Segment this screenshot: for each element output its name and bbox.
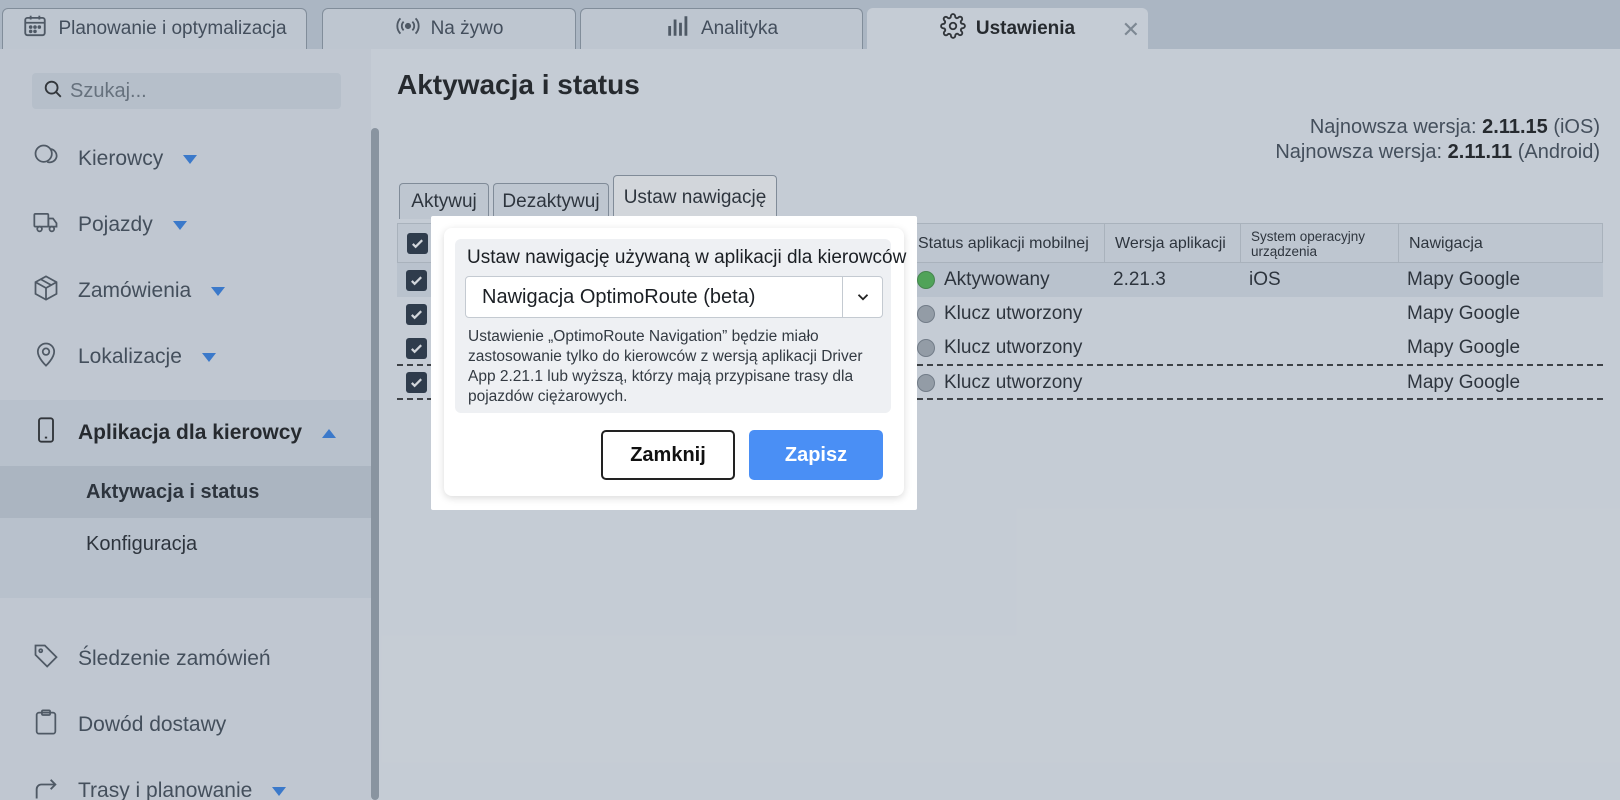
set-navigation-dialog: Ustaw nawigację używaną w aplikacji dla …: [444, 228, 906, 496]
dialog-note: Ustawienie „OptimoRoute Navigation” będz…: [468, 328, 863, 405]
dialog-label: Ustaw nawigację używaną w aplikacji dla …: [467, 247, 907, 268]
selected-navigation: Nawigacja OptimoRoute (beta): [482, 285, 756, 308]
save-button[interactable]: Zapisz: [749, 430, 883, 480]
navigation-select[interactable]: Nawigacja OptimoRoute (beta): [465, 276, 883, 318]
modal-frame: Ustaw nawigację używaną w aplikacji dla …: [431, 216, 917, 510]
chevron-down-icon[interactable]: [842, 277, 882, 317]
dialog-body: Ustaw nawigację używaną w aplikacji dla …: [455, 239, 906, 413]
close-button[interactable]: Zamknij: [601, 430, 735, 480]
